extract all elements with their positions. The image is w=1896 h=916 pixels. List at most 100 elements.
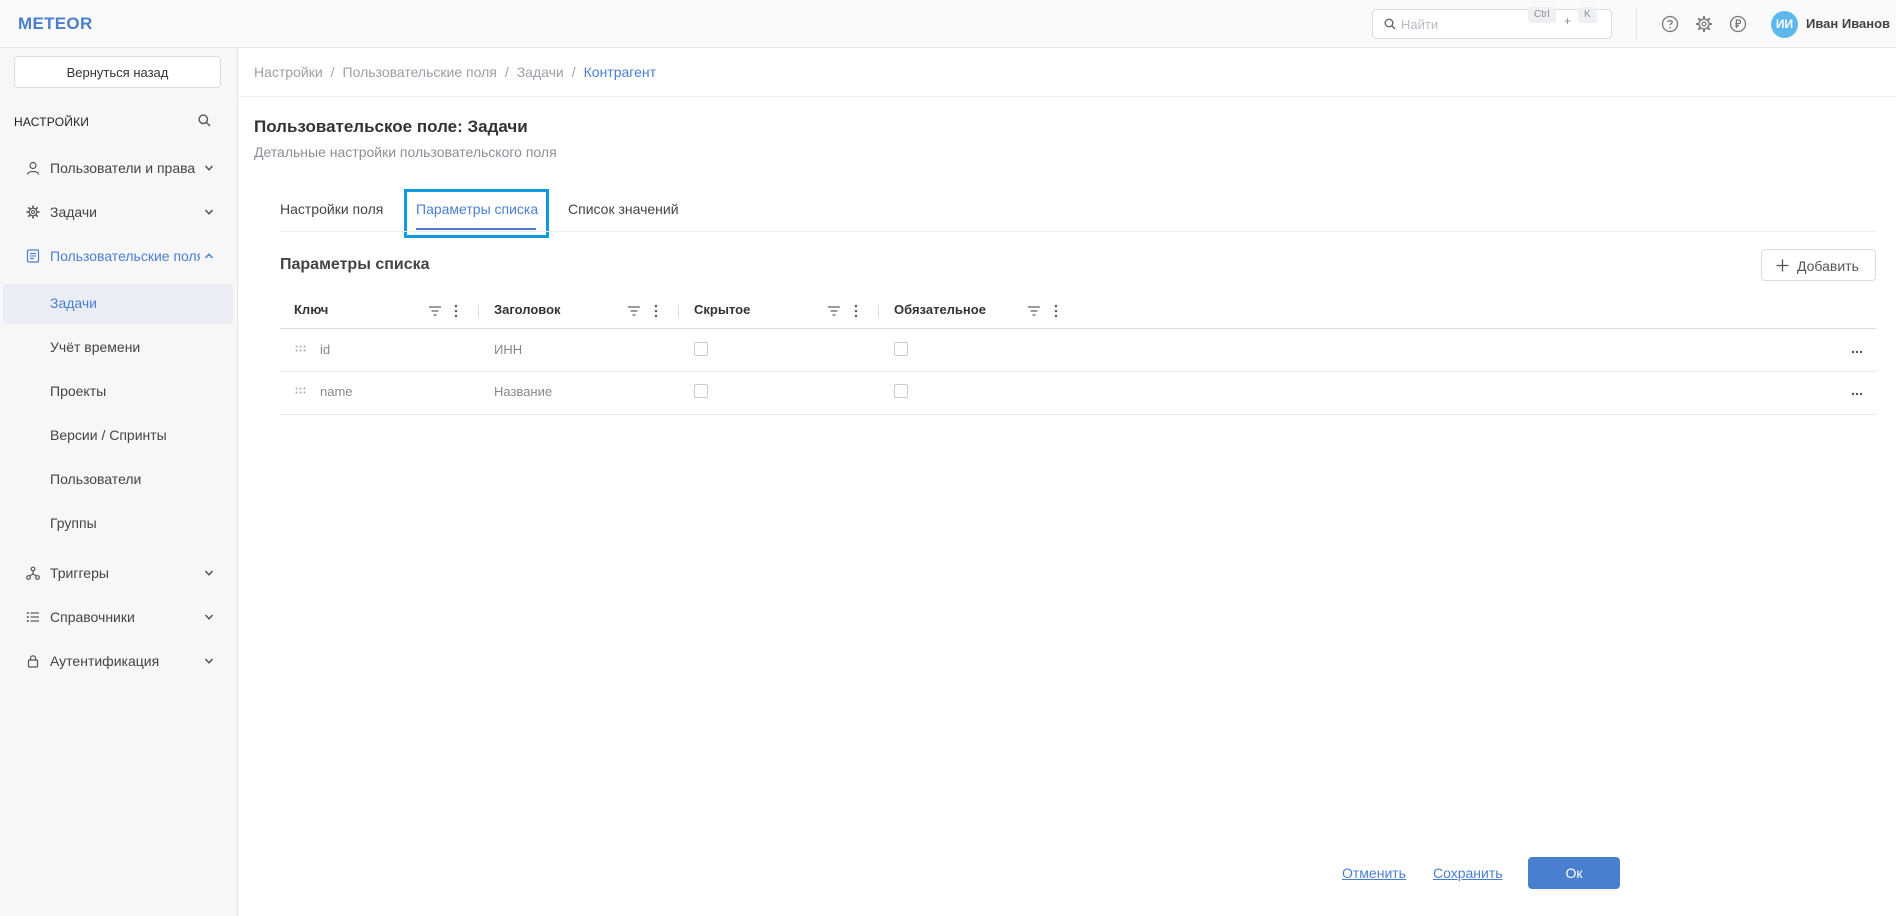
lock-icon <box>27 655 39 668</box>
sidebar-subitem-users[interactable]: Пользователи <box>0 460 238 500</box>
tab-value-list[interactable]: Список значений <box>568 201 679 217</box>
page-subtitle: Детальные настройки пользовательского по… <box>254 144 557 160</box>
section-title: Параметры списка <box>280 256 430 273</box>
required-checkbox[interactable] <box>894 384 908 398</box>
sidebar-item-custom-fields[interactable]: Пользовательские поля <box>0 236 238 276</box>
chevron-down-icon[interactable] <box>204 163 214 173</box>
column-header-title[interactable]: Заголовок <box>494 302 561 317</box>
plus-icon <box>1776 259 1789 272</box>
chevron-down-icon[interactable] <box>204 612 214 622</box>
document-icon <box>26 249 40 263</box>
column-separator[interactable] <box>878 304 879 318</box>
cancel-button[interactable]: Отменить <box>1342 865 1406 881</box>
column-separator[interactable] <box>478 304 479 318</box>
sidebar-subitem-time-tracking[interactable]: Учёт времени <box>0 328 238 368</box>
global-search[interactable] <box>1372 9 1612 39</box>
sidebar-subitem-label: Пользователи <box>50 471 142 487</box>
table-header-divider <box>280 328 1876 329</box>
gear-icon <box>26 205 40 219</box>
column-menu-icon[interactable] <box>653 304 659 318</box>
ok-button[interactable]: Ок <box>1528 857 1620 889</box>
sidebar-subitem-label: Группы <box>50 515 97 531</box>
sidebar-subitem-label: Проекты <box>50 383 107 399</box>
sidebar-subitem-groups[interactable]: Группы <box>0 504 238 544</box>
sidebar-subitem-label: Версии / Спринты <box>50 427 167 443</box>
add-button-label: Добавить <box>1797 258 1859 274</box>
shortcut-plus: + <box>1564 14 1572 28</box>
app-logo[interactable]: METEOR <box>18 14 93 34</box>
filter-icon[interactable] <box>1027 304 1041 318</box>
sidebar-item-users-rights[interactable]: Пользователи и права <box>0 148 238 188</box>
chevron-down-icon[interactable] <box>204 656 214 666</box>
cell-title[interactable]: ИНН <box>494 342 522 357</box>
column-separator[interactable] <box>678 304 679 318</box>
tabs-divider <box>280 231 1876 232</box>
filter-icon[interactable] <box>428 304 442 318</box>
column-menu-icon[interactable] <box>453 304 459 318</box>
column-menu-icon[interactable] <box>1053 304 1059 318</box>
breadcrumb-item-settings[interactable]: Настройки <box>254 64 323 80</box>
page-title: Пользовательское поле: Задачи <box>254 117 528 136</box>
sidebar-item-label: Аутентификация <box>50 653 160 669</box>
add-button[interactable]: Добавить <box>1761 249 1876 281</box>
more-icon[interactable] <box>1851 392 1863 396</box>
top-bar: METEOR Ctrl + K ИИ Иван Иванов <box>0 0 1896 48</box>
sidebar-item-label: Пользователи и права <box>50 160 196 176</box>
more-icon[interactable] <box>1851 350 1863 354</box>
sidebar-item-authentication[interactable]: Аутентификация <box>0 641 238 681</box>
sidebar-item-label: Справочники <box>50 609 135 625</box>
user-avatar[interactable]: ИИ <box>1771 11 1798 38</box>
column-header-key[interactable]: Ключ <box>294 302 328 317</box>
list-icon <box>26 612 39 622</box>
save-button[interactable]: Сохранить <box>1433 865 1503 881</box>
shortcut-key-badge: K <box>1578 7 1597 23</box>
back-button[interactable]: Вернуться назад <box>14 56 221 88</box>
breadcrumb-item-current: Контрагент <box>583 64 657 80</box>
drag-handle-icon[interactable] <box>295 387 306 394</box>
breadcrumb-divider <box>238 96 1896 97</box>
search-icon <box>1384 18 1396 30</box>
hidden-checkbox[interactable] <box>694 384 708 398</box>
currency-icon[interactable] <box>1729 15 1747 33</box>
breadcrumb: Настройки / Пользовательские поля / Задачи / К… <box>254 64 657 80</box>
sidebar-item-dictionaries[interactable]: Справочники <box>0 597 238 637</box>
sidebar-item-triggers[interactable]: Триггеры <box>0 553 238 593</box>
column-header-required[interactable]: Обязательное <box>894 302 986 317</box>
sidebar-item-label: Задачи <box>50 204 98 220</box>
sidebar-subitem-tasks[interactable]: Задачи <box>3 284 233 324</box>
tab-field-settings[interactable]: Настройки поля <box>280 201 383 217</box>
sidebar-title: НАСТРОЙКИ <box>14 115 90 129</box>
user-icon <box>26 161 40 175</box>
sidebar-item-tasks[interactable]: Задачи <box>0 192 238 232</box>
chevron-down-icon[interactable] <box>204 207 214 217</box>
user-name[interactable]: Иван Иванов <box>1806 16 1890 31</box>
shortcut-ctrl-badge: Ctrl <box>1528 7 1556 23</box>
tab-list-parameters[interactable]: Параметры списка <box>416 201 538 217</box>
sidebar-subitem-label: Учёт времени <box>50 339 141 355</box>
chevron-up-icon[interactable] <box>204 251 214 261</box>
hidden-checkbox[interactable] <box>694 342 708 356</box>
active-tab-indicator <box>416 228 536 230</box>
cell-title[interactable]: Название <box>494 384 552 399</box>
sidebar-search-icon[interactable] <box>198 114 211 127</box>
breadcrumb-item-custom-fields[interactable]: Пользовательские поля <box>343 64 497 80</box>
settings-icon[interactable] <box>1695 15 1713 33</box>
row-divider <box>280 371 1876 372</box>
row-divider <box>280 414 1876 415</box>
help-icon[interactable] <box>1661 15 1679 33</box>
search-input[interactable] <box>1401 15 1521 33</box>
cell-key[interactable]: name <box>320 384 353 399</box>
cell-key[interactable]: id <box>320 342 330 357</box>
breadcrumb-item-tasks[interactable]: Задачи <box>517 64 564 80</box>
sidebar-subitem-versions-sprints[interactable]: Версии / Спринты <box>0 416 238 456</box>
drag-handle-icon[interactable] <box>295 345 306 352</box>
column-menu-icon[interactable] <box>853 304 859 318</box>
sidebar-subitem-projects[interactable]: Проекты <box>0 372 238 412</box>
required-checkbox[interactable] <box>894 342 908 356</box>
sidebar-item-label: Триггеры <box>50 565 109 581</box>
filter-icon[interactable] <box>827 304 841 318</box>
column-header-hidden[interactable]: Скрытое <box>694 302 750 317</box>
filter-icon[interactable] <box>627 304 641 318</box>
chevron-down-icon[interactable] <box>204 568 214 578</box>
sidebar-subitem-label: Задачи <box>50 295 98 311</box>
